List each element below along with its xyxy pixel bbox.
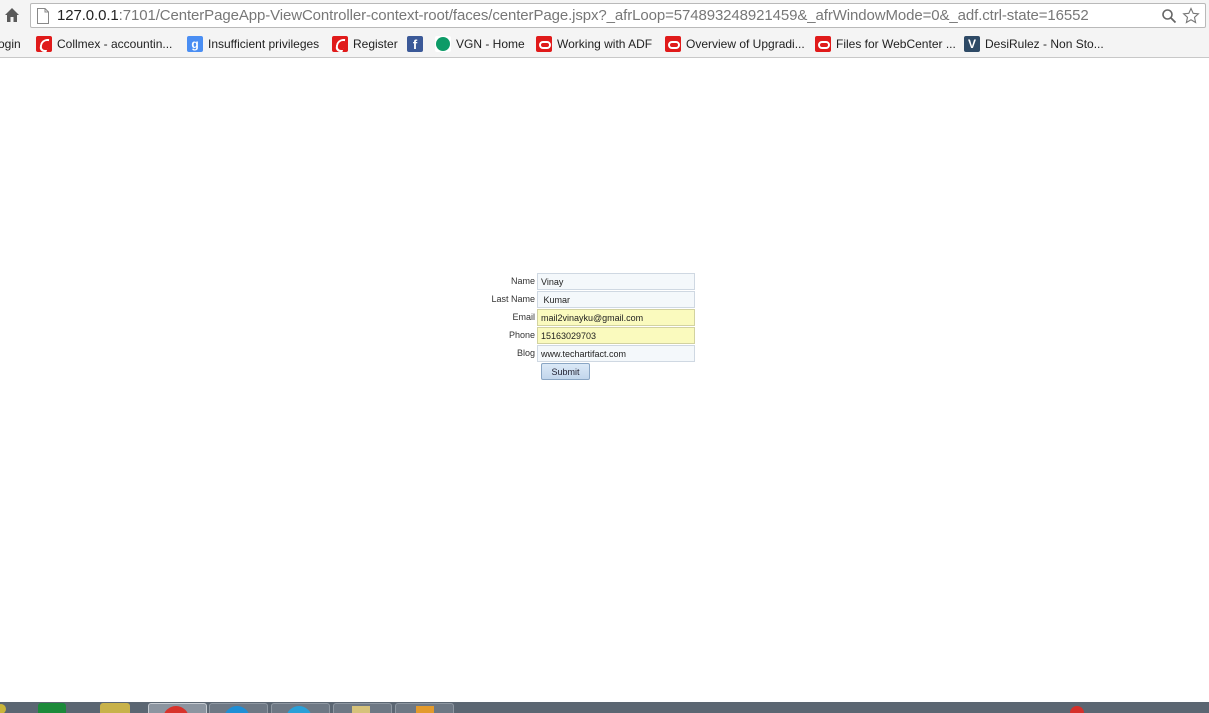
search-icon[interactable] [1161, 8, 1177, 24]
chrome-icon [163, 706, 189, 713]
app-icon [352, 706, 370, 713]
url-text: 127.0.0.1:7101/CenterPageApp-ViewControl… [57, 7, 1089, 24]
bookmark-working-with-adf[interactable]: Working with ADF [536, 36, 652, 53]
url-field[interactable]: 127.0.0.1:7101/CenterPageApp-ViewControl… [30, 3, 1206, 28]
bookmark-label: ogin [0, 37, 21, 51]
submit-button[interactable]: Submit [541, 363, 590, 380]
bookmark-overview-of-upgrading[interactable]: Overview of Upgradi... [665, 36, 805, 53]
red-e-icon [332, 36, 348, 52]
phone-input[interactable] [537, 327, 695, 344]
bookmark-label: Working with ADF [557, 37, 653, 51]
tray-alert-icon[interactable] [1070, 706, 1084, 713]
taskbar-button[interactable] [209, 703, 268, 713]
bookmark-files-for-webcenter[interactable]: Files for WebCenter ... [815, 36, 956, 53]
email-label: Email [512, 312, 535, 322]
app-icon [416, 706, 434, 713]
bookmark-label: Insufficient privileges [208, 37, 320, 51]
blog-input[interactable] [537, 345, 695, 362]
bookmark-register[interactable]: Register [332, 36, 398, 53]
phone-label: Phone [508, 330, 535, 340]
bookmark-label: Register [353, 37, 398, 51]
bookmark-collmex[interactable]: Collmex - accountin... [36, 36, 172, 53]
taskbar-app-icon[interactable] [38, 703, 66, 713]
bookmark-label: Collmex - accountin... [57, 37, 173, 51]
page-icon [36, 8, 50, 24]
oracle-icon [536, 36, 552, 52]
bookmark-label: DesiRulez - Non Sto... [985, 37, 1104, 51]
name-label: Name [510, 276, 535, 286]
start-orb-icon[interactable] [0, 704, 6, 713]
desirulez-icon: V [964, 36, 980, 52]
vgn-icon [435, 36, 451, 52]
app-icon [286, 706, 312, 713]
url-path: :7101/CenterPageApp-ViewController-conte… [118, 7, 1089, 24]
star-icon[interactable] [1182, 7, 1200, 25]
bookmark-insufficient-privileges[interactable]: g Insufficient privileges [187, 36, 319, 53]
url-host: 127.0.0.1 [57, 7, 119, 24]
bookmarks-bar: ogin Collmex - accountin... g Insufficien… [0, 32, 1209, 58]
google-icon: g [187, 36, 203, 52]
bookmark-desirulez[interactable]: V DesiRulez - Non Sto... [964, 36, 1104, 53]
bookmark-label: Overview of Upgradi... [686, 37, 805, 51]
chrome-taskbar-button[interactable] [148, 703, 207, 713]
oracle-icon [665, 36, 681, 52]
oracle-icon [815, 36, 831, 52]
facebook-icon: f [407, 36, 423, 52]
bookmark-login[interactable]: ogin [0, 36, 21, 53]
bookmark-facebook[interactable]: f [407, 36, 428, 53]
taskbar-button[interactable] [395, 703, 454, 713]
red-e-icon [36, 36, 52, 52]
bookmark-label: VGN - Home [456, 37, 525, 51]
last-name-input[interactable] [537, 291, 695, 308]
email-input[interactable] [537, 309, 695, 326]
home-icon[interactable] [2, 5, 22, 25]
last-name-label: Last Name [491, 294, 535, 304]
bookmark-vgn-home[interactable]: VGN - Home [435, 36, 525, 53]
blog-label: Blog [516, 348, 535, 358]
address-bar-row: 127.0.0.1:7101/CenterPageApp-ViewControl… [0, 0, 1209, 32]
bookmark-label: Files for WebCenter ... [836, 37, 956, 51]
taskbar-button[interactable] [271, 703, 330, 713]
app-icon [224, 706, 250, 713]
windows-taskbar [0, 702, 1209, 713]
folder-icon[interactable] [100, 703, 130, 713]
taskbar-button[interactable] [333, 703, 392, 713]
name-input[interactable] [537, 273, 695, 290]
